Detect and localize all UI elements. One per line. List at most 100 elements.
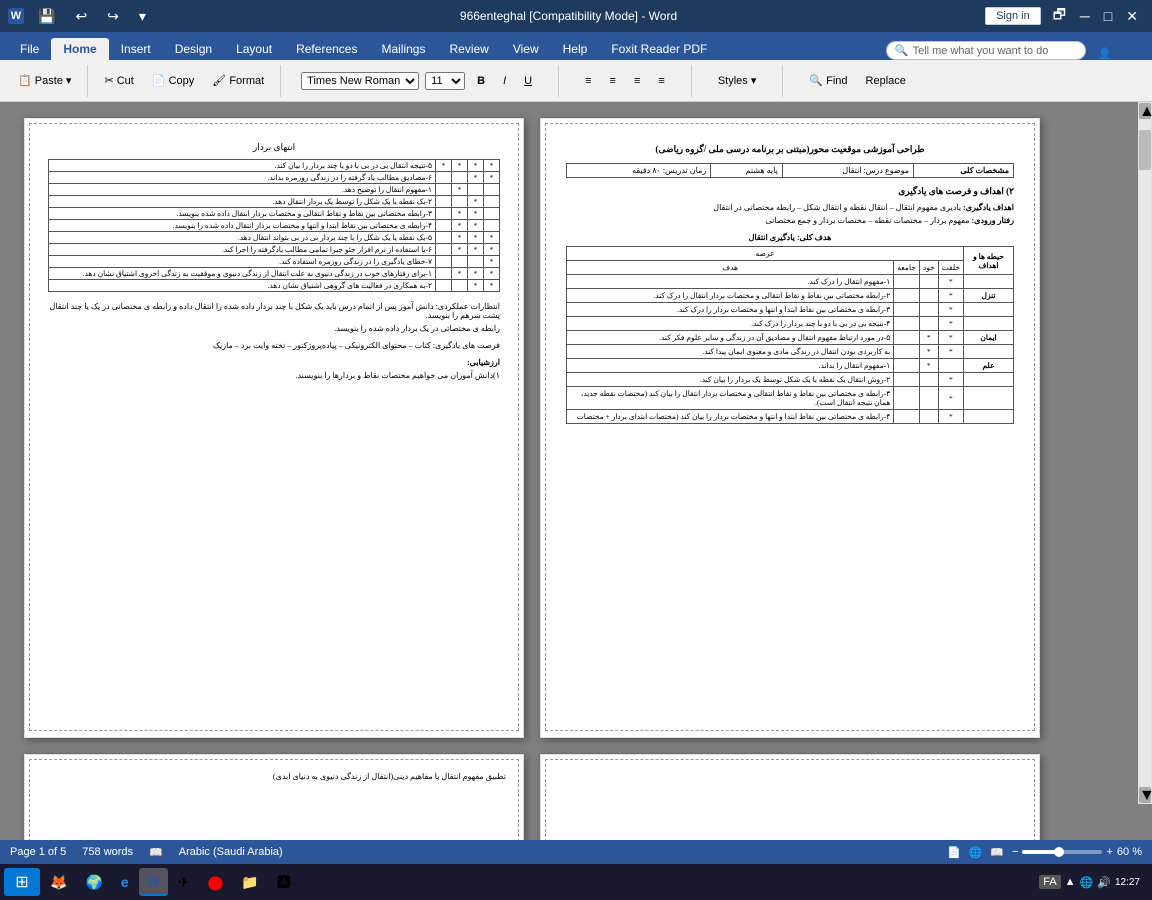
performance-expectations: انتظارات عملکردی: دانش آموز پس از اتمام … [48, 302, 500, 380]
table-cell: ۴-رابطه ی مختصاتی بین نقاط ابتدا و انتها… [567, 410, 894, 424]
format-painter-button[interactable]: 🖌 Format [206, 72, 270, 89]
tab-mailings[interactable]: Mailings [369, 38, 437, 60]
cut-button[interactable]: ✂ Cut [98, 72, 139, 89]
page-2-border: طراحی آموزشی موقعیت محور(مبتنی بر برنامه… [545, 123, 1035, 731]
taskbar-browser[interactable]: 🌍 [77, 868, 110, 896]
table-cell: ۱-برای رفتارهای خوب در زندگی دنیوی به عل… [49, 268, 436, 280]
table-cell: زمان تدریس: ۸۰ دقیقه [567, 164, 711, 178]
page-3-content: تطبیق مفهوم انتقال با مفاهیم دینی(انتقال… [38, 768, 510, 840]
scroll-thumb[interactable] [1139, 130, 1151, 170]
tab-foxit[interactable]: Foxit Reader PDF [599, 38, 719, 60]
start-button[interactable]: ⊞ [4, 868, 40, 896]
redo-icon[interactable]: ↪ [101, 6, 125, 27]
zoom-out-button[interactable]: − [1012, 846, 1018, 858]
close-button[interactable]: ✕ [1120, 2, 1144, 30]
windows-icon: ⊞ [15, 872, 28, 892]
undo-icon[interactable]: ↩ [69, 6, 93, 27]
table-cell: * [452, 160, 468, 172]
maximize-button[interactable]: □ [1098, 2, 1118, 30]
table-cell [919, 317, 938, 331]
sign-in-button[interactable]: Sign in [985, 7, 1041, 25]
tab-review[interactable]: Review [437, 38, 500, 60]
align-right-button[interactable]: ≡ [628, 73, 646, 89]
table-cell [436, 220, 452, 232]
taskbar-word[interactable]: W [139, 868, 168, 896]
copy-button[interactable]: 📄 Copy [146, 72, 200, 89]
zoom-control: − + 60 % [1012, 846, 1142, 858]
table-cell [894, 331, 920, 345]
tab-home[interactable]: Home [51, 38, 108, 60]
table-cell: * [938, 410, 963, 424]
tab-file[interactable]: File [8, 38, 51, 60]
tab-references[interactable]: References [284, 38, 369, 60]
taskbar-app[interactable]: 🅰 [269, 868, 299, 896]
table-cell [436, 256, 452, 268]
italic-button[interactable]: I [497, 73, 512, 89]
customize-icon[interactable]: ▾ [133, 6, 152, 27]
minimize-button[interactable]: ─ [1074, 2, 1096, 30]
scroll-down-button[interactable]: ▼ [1139, 787, 1151, 803]
align-center-button[interactable]: ≡ [604, 73, 622, 89]
tab-insert[interactable]: Insert [109, 38, 163, 60]
table-cell [964, 345, 1014, 359]
table-cell: * [468, 268, 484, 280]
view-print-icon[interactable]: 📄 [947, 846, 961, 859]
view-web-icon[interactable]: 🌐 [969, 846, 983, 859]
underline-button[interactable]: U [518, 73, 538, 89]
table-cell: * [919, 331, 938, 345]
taskbar-firefox[interactable]: 🦊 [42, 868, 75, 896]
share-button[interactable]: 👤 Share [1098, 47, 1144, 60]
tray-time-text: 12:27 [1115, 877, 1140, 888]
tab-view[interactable]: View [501, 38, 551, 60]
scroll-up-button[interactable]: ▲ [1139, 103, 1151, 119]
font-size-select[interactable]: 11 [425, 72, 465, 90]
page3-para: تطبیق مفهوم انتقال با مفاهیم دینی(انتقال… [42, 772, 506, 781]
para-arzshiyabi-text: ۱)دانش آموزان می خواهیم مختصات نقاط و بر… [48, 371, 500, 380]
table-cell: ۲-به همکاری در فعالیت های گروهی اشتیاق ن… [49, 280, 436, 292]
page-4-border [545, 759, 1035, 840]
restore-button[interactable]: 🗗 [1047, 2, 1072, 30]
table-cell: ایمان [964, 331, 1014, 345]
page-1: انتهای بردار * * * * ۵-نتیجه انتقال بی د… [24, 118, 524, 738]
view-read-icon[interactable]: 📖 [990, 846, 1004, 859]
tray-expand[interactable]: ▲ [1065, 876, 1076, 888]
justify-button[interactable]: ≡ [652, 73, 670, 89]
table-cell [484, 184, 500, 196]
scrollbar[interactable]: ▲ ▼ [1138, 102, 1152, 804]
font-family-select[interactable]: Times New Roman [301, 72, 419, 90]
divider4 [691, 65, 692, 97]
styles-button[interactable]: Styles ▾ [712, 72, 763, 89]
tell-me-input[interactable]: 🔍 Tell me what you want to do [886, 41, 1086, 60]
taskbar-telegram[interactable]: ✈ [170, 868, 198, 896]
page-3: تطبیق مفهوم انتقال با مفاهیم دینی(انتقال… [24, 754, 524, 840]
table-cell [938, 359, 963, 373]
table-cell: * [938, 303, 963, 317]
page-3-border: تطبیق مفهوم انتقال با مفاهیم دینی(انتقال… [29, 759, 519, 840]
taskbar-red-circle[interactable]: ⬤ [200, 868, 232, 896]
share-label: Share [1115, 48, 1144, 60]
taskbar-ie[interactable]: e [113, 868, 137, 896]
find-button[interactable]: 🔍 Find [803, 72, 853, 89]
page-2-content: طراحی آموزشی موقعیت محور(مبتنی بر برنامه… [556, 134, 1024, 720]
para-arzshiyabi: ارزشیابی: [48, 358, 500, 367]
tab-layout[interactable]: Layout [224, 38, 284, 60]
zoom-slider[interactable] [1022, 850, 1102, 854]
table-cell [894, 317, 920, 331]
taskbar-folder[interactable]: 📁 [233, 868, 266, 896]
tab-design[interactable]: Design [163, 38, 224, 60]
tray-network: 🌐 [1080, 876, 1094, 889]
table-cell: * [484, 160, 500, 172]
bold-button[interactable]: B [471, 73, 491, 89]
paste-button[interactable]: 📋 Paste ▾ [12, 72, 77, 89]
table-cell [964, 387, 1014, 410]
table-cell: تنزل [964, 289, 1014, 303]
replace-button[interactable]: Replace [860, 73, 912, 89]
zoom-in-button[interactable]: + [1106, 846, 1112, 858]
tab-help[interactable]: Help [551, 38, 600, 60]
align-left-button[interactable]: ≡ [579, 73, 597, 89]
document-area: ▲ ▼ انتهای بردار * * * * ۵-نتیجه انتقال … [0, 102, 1152, 840]
save-icon[interactable]: 💾 [32, 6, 61, 27]
table-cell: * [484, 232, 500, 244]
table-cell [436, 232, 452, 244]
scroll-track[interactable] [1139, 120, 1151, 786]
